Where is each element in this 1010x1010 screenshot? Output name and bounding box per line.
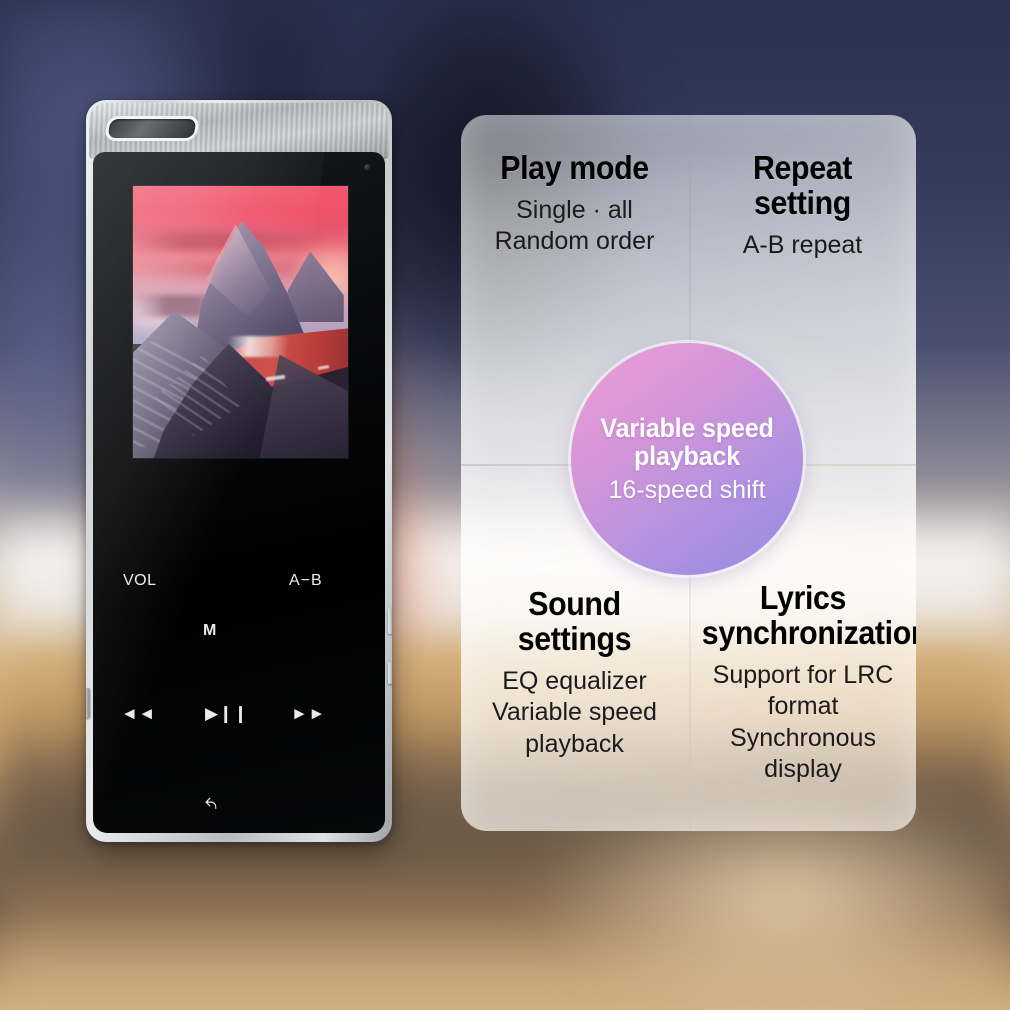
device-body: VOL A−B M ◄◄ ▶❙❙ ►► ⤶ — [86, 100, 392, 842]
feature-line: Variable speed — [492, 698, 657, 727]
feature-line: display — [764, 755, 842, 784]
background-desk-glow — [444, 808, 1010, 1010]
side-button-left[interactable] — [86, 688, 90, 718]
badge-subtitle: 16-speed shift — [608, 475, 766, 504]
play-pause-icon[interactable]: ▶❙❙ — [205, 704, 248, 724]
mp3-player-device: VOL A−B M ◄◄ ▶❙❙ ►► ⤶ — [86, 100, 392, 854]
side-button-right-upper[interactable] — [388, 608, 392, 634]
product-feature-image: VOL A−B M ◄◄ ▶❙❙ ►► ⤶ Play mode Single ·… — [0, 0, 1010, 1010]
feature-title: Repeat setting — [752, 149, 853, 221]
feature-line: format — [767, 692, 839, 721]
feature-play-mode: Play mode Single · all Random order — [467, 149, 682, 258]
device-front-face: VOL A−B M ◄◄ ▶❙❙ ►► ⤶ — [93, 152, 385, 833]
feature-title: Sound settings — [517, 585, 632, 657]
feature-line: EQ equalizer — [502, 666, 647, 695]
device-screen — [133, 186, 348, 458]
menu-button[interactable]: M — [203, 622, 217, 640]
feature-title: Lyrics synchronization — [701, 579, 916, 651]
variable-speed-badge: Variable speed playback 16-speed shift — [571, 343, 803, 575]
feature-line: A-B repeat — [742, 230, 863, 259]
feature-line: Support for LRC — [712, 660, 894, 689]
badge-title: Variable speed playback — [600, 412, 774, 471]
feature-line: Single · all — [516, 195, 633, 224]
side-button-right-lower[interactable] — [388, 662, 392, 684]
feature-line: playback — [525, 729, 624, 758]
feature-line: Synchronous — [730, 723, 876, 752]
indicator-led-icon — [364, 164, 371, 171]
feature-sound-settings: Sound settings EQ equalizer Variable spe… — [467, 585, 682, 760]
next-track-icon[interactable]: ►► — [291, 704, 326, 724]
ab-repeat-button[interactable]: A−B — [289, 572, 323, 590]
feature-line: Random order — [494, 227, 655, 256]
lanyard-slot-icon — [104, 116, 200, 141]
volume-button[interactable]: VOL — [123, 572, 157, 590]
previous-track-icon[interactable]: ◄◄ — [121, 704, 156, 724]
feature-lyrics-synchronization: Lyrics synchronization Support for LRC f… — [693, 579, 916, 786]
feature-title: Play mode — [500, 149, 649, 186]
back-arrow-icon[interactable]: ⤶ — [205, 792, 218, 818]
feature-repeat-setting: Repeat setting A-B repeat — [695, 149, 910, 261]
